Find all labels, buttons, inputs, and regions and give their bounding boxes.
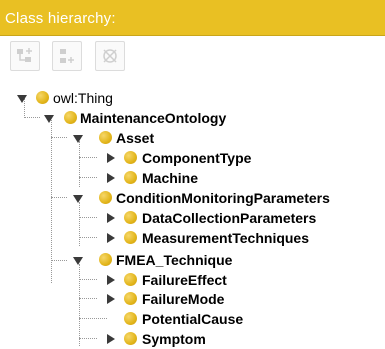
expand-toggle-icon[interactable] bbox=[73, 257, 83, 265]
tree-node-component-type[interactable]: ComponentType bbox=[0, 148, 385, 168]
tree-node-symptom[interactable]: Symptom bbox=[0, 329, 385, 349]
expand-toggle-icon[interactable] bbox=[73, 135, 83, 143]
delete-class-button[interactable] bbox=[95, 41, 125, 71]
class-icon bbox=[36, 91, 49, 104]
tree-node-label: Asset bbox=[116, 130, 155, 146]
expand-toggle-icon[interactable] bbox=[107, 233, 115, 243]
expand-toggle-icon[interactable] bbox=[107, 294, 115, 304]
tree-node-label: MeasurementTechniques bbox=[142, 230, 310, 246]
tree-node-label: Symptom bbox=[142, 331, 206, 347]
add-sibling-button[interactable] bbox=[52, 41, 82, 71]
tree-node-asset[interactable]: Asset bbox=[0, 128, 385, 148]
tree-node-label: owl:Thing bbox=[53, 90, 113, 106]
expand-toggle-icon[interactable] bbox=[44, 115, 54, 123]
tree-node-potential-cause[interactable]: PotentialCause bbox=[0, 309, 385, 329]
class-icon bbox=[124, 292, 137, 305]
expand-toggle-icon[interactable] bbox=[107, 153, 115, 163]
expand-toggle-icon[interactable] bbox=[17, 95, 27, 103]
tree-node-measurement-techniques[interactable]: MeasurementTechniques bbox=[0, 228, 385, 248]
tree-node-maintenance-ontology[interactable]: MaintenanceOntology bbox=[0, 108, 385, 128]
tree-node-failure-effect[interactable]: FailureEffect bbox=[0, 270, 385, 290]
tree-node-data-collection-parameters[interactable]: DataCollectionParameters bbox=[0, 208, 385, 228]
class-tree: owl:Thing MaintenanceOntology Asset Comp… bbox=[0, 76, 385, 349]
tree-node-label: Machine bbox=[142, 170, 199, 186]
tree-node-label: PotentialCause bbox=[142, 311, 244, 327]
class-icon bbox=[124, 211, 137, 224]
class-icon bbox=[124, 231, 137, 244]
tree-node-label: ConditionMonitoringParameters bbox=[116, 190, 330, 206]
class-icon bbox=[99, 191, 112, 204]
tree-node-condition-monitoring-parameters[interactable]: ConditionMonitoringParameters bbox=[0, 188, 385, 208]
panel-header: Class hierarchy: bbox=[0, 0, 385, 36]
tree-node-label: FailureMode bbox=[142, 291, 225, 307]
tree-node-label: FMEA_Technique bbox=[116, 252, 233, 268]
class-icon bbox=[64, 111, 77, 124]
add-subclass-button[interactable] bbox=[10, 41, 40, 71]
tree-node-failure-mode[interactable]: FailureMode bbox=[0, 289, 385, 309]
class-icon bbox=[124, 332, 137, 345]
expand-toggle-icon[interactable] bbox=[107, 334, 115, 344]
class-icon bbox=[124, 312, 137, 325]
expand-toggle-icon[interactable] bbox=[107, 173, 115, 183]
class-icon bbox=[124, 171, 137, 184]
expand-toggle-icon[interactable] bbox=[107, 275, 115, 285]
panel-title: Class hierarchy: bbox=[5, 10, 116, 27]
expand-toggle-icon[interactable] bbox=[73, 195, 83, 203]
class-icon bbox=[124, 273, 137, 286]
class-icon bbox=[99, 131, 112, 144]
toolbar bbox=[0, 36, 385, 76]
tree-node-machine[interactable]: Machine bbox=[0, 168, 385, 188]
tree-node-fmea-technique[interactable]: FMEA_Technique bbox=[0, 250, 385, 270]
tree-node-owl-thing[interactable]: owl:Thing bbox=[0, 88, 385, 108]
tree-node-label: FailureEffect bbox=[142, 272, 227, 288]
class-icon bbox=[124, 151, 137, 164]
tree-node-label: ComponentType bbox=[142, 150, 252, 166]
class-icon bbox=[99, 253, 112, 266]
expand-toggle-icon[interactable] bbox=[107, 213, 115, 223]
tree-node-label: DataCollectionParameters bbox=[142, 210, 317, 226]
tree-node-label: MaintenanceOntology bbox=[80, 110, 227, 126]
